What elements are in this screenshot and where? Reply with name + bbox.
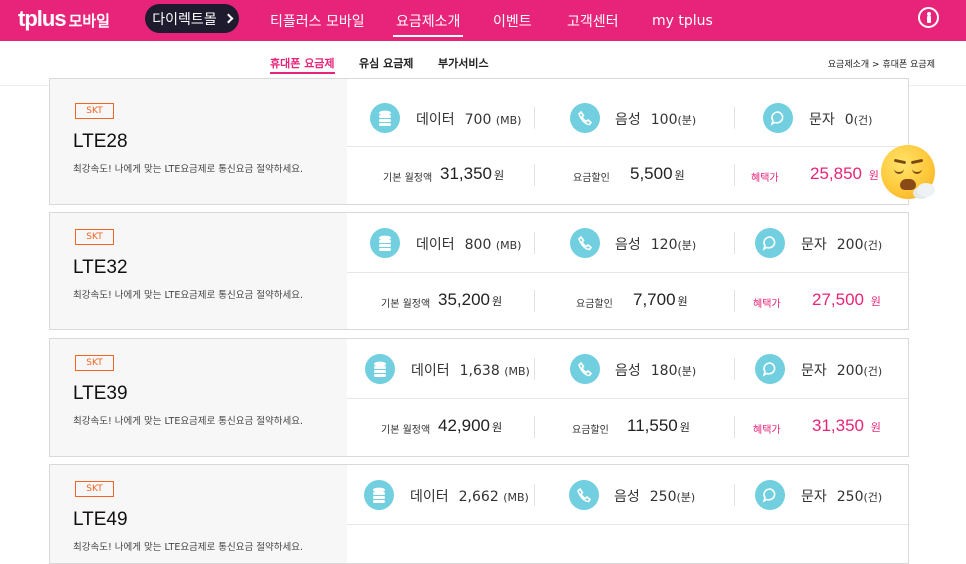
message-icon: [755, 354, 785, 384]
base-fee-label: 기본 월정액: [381, 425, 431, 436]
benefit-price: 27,500 원: [812, 290, 881, 309]
discount-label: 요금할인: [576, 299, 613, 310]
plan-name: LTE39: [73, 383, 128, 404]
direct-mall-button[interactable]: 다이렉트몰: [145, 4, 239, 33]
carrier-tag: SKT: [75, 229, 114, 245]
divider: [534, 290, 535, 312]
row-divider: [347, 524, 908, 525]
sleepy-face-icon: [881, 145, 935, 199]
phone-icon: [570, 354, 600, 384]
divider: [734, 358, 735, 380]
sms-allowance: 문자 200(건): [801, 237, 883, 253]
benefit-label: 혜택가: [753, 425, 781, 436]
divider: [534, 107, 535, 129]
data-coins-icon: [365, 354, 395, 384]
data-allowance: 데이터 700 (MB): [416, 112, 522, 128]
breadcrumb: 요금제소개 > 휴대폰 요금제: [827, 60, 935, 70]
phone-icon: [570, 228, 600, 258]
plan-card-lte39[interactable]: SKT LTE39 최강속도! 나에게 맞는 LTE요금제로 통신요금 절약하세…: [49, 338, 909, 457]
plan-description: 최강속도! 나에게 맞는 LTE요금제로 통신요금 절약하세요.: [73, 542, 303, 553]
chevron-right-icon: [223, 13, 234, 24]
sms-allowance: 문자 0(건): [809, 112, 873, 128]
divider: [534, 358, 535, 380]
carrier-tag: SKT: [75, 355, 114, 371]
divider: [734, 484, 735, 506]
divider: [534, 232, 535, 254]
voice-allowance: 음성 120(분): [615, 237, 697, 253]
discount-label: 요금할인: [573, 173, 610, 184]
divider: [534, 164, 535, 186]
tab-addon-services[interactable]: 부가서비스: [438, 55, 489, 71]
plan-card-lte32[interactable]: SKT LTE32 최강속도! 나에게 맞는 LTE요금제로 통신요금 절약하세…: [49, 212, 909, 330]
divider: [734, 232, 735, 254]
row-divider: [347, 398, 908, 399]
benefit-price: 25,850 원: [810, 164, 879, 183]
base-fee-value: 42,900 원: [438, 416, 503, 435]
voice-allowance: 음성 100(분): [615, 112, 697, 128]
phone-icon: [570, 103, 600, 133]
info-icon[interactable]: [918, 7, 939, 28]
message-icon: [755, 228, 785, 258]
sms-allowance: 문자 250(건): [801, 489, 883, 505]
base-fee-label: 기본 월정액: [381, 299, 431, 310]
plan-name: LTE32: [73, 257, 128, 278]
sms-allowance: 문자 200(건): [801, 363, 883, 379]
carrier-tag: SKT: [75, 481, 114, 497]
benefit-price: 31,350 원: [812, 416, 881, 435]
plan-name: LTE49: [73, 509, 128, 530]
discount-value: 5,500 원: [630, 164, 685, 183]
divider: [734, 416, 735, 438]
plan-description: 최강속도! 나에게 맞는 LTE요금제로 통신요금 절약하세요.: [73, 416, 303, 427]
phone-icon: [569, 480, 599, 510]
plan-card-lte49[interactable]: SKT LTE49 최강속도! 나에게 맞는 LTE요금제로 통신요금 절약하세…: [49, 464, 909, 564]
benefit-label: 혜택가: [751, 173, 779, 184]
tplus-logo[interactable]: tplus 모바일: [18, 6, 110, 32]
nav-my-tplus[interactable]: my tplus: [652, 0, 713, 41]
plan-card-lte28[interactable]: SKT LTE28 최강속도! 나에게 맞는 LTE요금제로 통신요금 절약하세…: [49, 78, 909, 205]
data-allowance: 데이터 2,662 (MB): [410, 489, 529, 505]
row-divider: [347, 272, 908, 273]
benefit-label: 혜택가: [753, 299, 781, 310]
nav-events[interactable]: 이벤트: [493, 0, 532, 41]
divider: [734, 107, 735, 129]
divider: [734, 164, 735, 186]
nav-tplus-mobile[interactable]: 티플러스 모바일: [270, 0, 365, 41]
data-coins-icon: [370, 103, 400, 133]
tab-usim-plans[interactable]: 유심 요금제: [359, 55, 413, 71]
tab-phone-plans[interactable]: 휴대폰 요금제: [270, 55, 335, 74]
data-coins-icon: [364, 480, 394, 510]
discount-value: 7,700 원: [633, 290, 688, 309]
data-coins-icon: [370, 228, 400, 258]
base-fee-label: 기본 월정액: [383, 173, 433, 184]
top-header: tplus 모바일 다이렉트몰 티플러스 모바일 요금제소개 이벤트 고객센터 m…: [0, 0, 966, 41]
divider: [734, 290, 735, 312]
nav-plans[interactable]: 요금제소개: [392, 0, 464, 41]
message-icon: [763, 103, 793, 133]
divider: [534, 484, 535, 506]
plan-description: 최강속도! 나에게 맞는 LTE요금제로 통신요금 절약하세요.: [73, 290, 303, 301]
discount-value: 11,550 원: [627, 416, 690, 435]
plan-description: 최강속도! 나에게 맞는 LTE요금제로 통신요금 절약하세요.: [73, 164, 303, 175]
voice-allowance: 음성 250(분): [614, 489, 696, 505]
voice-allowance: 음성 180(분): [615, 363, 697, 379]
message-icon: [755, 480, 785, 510]
plan-name: LTE28: [73, 131, 128, 152]
row-divider: [347, 146, 908, 147]
divider: [534, 416, 535, 438]
nav-customer-center[interactable]: 고객센터: [567, 0, 619, 41]
base-fee-value: 31,350 원: [440, 164, 505, 183]
data-allowance: 데이터 1,638 (MB): [411, 363, 530, 379]
data-allowance: 데이터 800 (MB): [416, 237, 522, 253]
carrier-tag: SKT: [75, 103, 114, 119]
base-fee-value: 35,200 원: [438, 290, 503, 309]
discount-label: 요금할인: [572, 425, 609, 436]
